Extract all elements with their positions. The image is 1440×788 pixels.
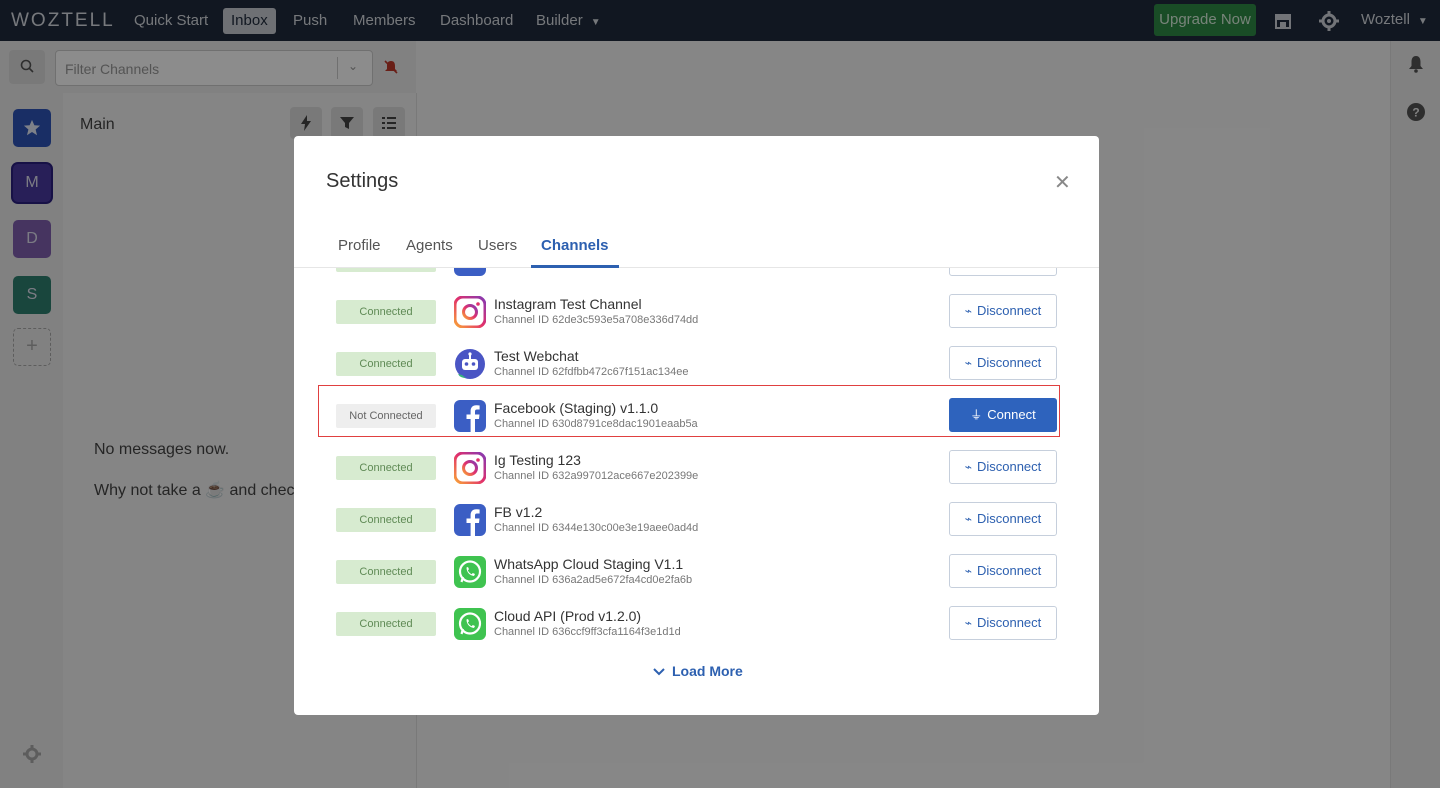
status-badge <box>336 268 436 272</box>
tab-agents[interactable]: Agents <box>406 237 453 265</box>
action-label: Disconnect <box>976 303 1042 318</box>
load-more-label: Load More <box>672 663 743 679</box>
unplug-icon: ⌁ <box>964 616 972 630</box>
modal-title: Settings <box>326 170 399 192</box>
highlight-box <box>318 385 1060 437</box>
channel-name: Test Webchat <box>494 348 579 364</box>
channel-name: WhatsApp Cloud Staging V1.1 <box>494 556 684 572</box>
unplug-icon: ⌁ <box>964 564 972 578</box>
channel-row: Connected Cloud API (Prod v1.2.0) Channel … <box>294 597 1099 649</box>
status-badge: Connected <box>336 508 436 532</box>
channel-id: Channel ID 632a997012ace667e202399e <box>494 470 699 482</box>
whatsapp-icon <box>454 556 486 588</box>
action-label: Disconnect <box>976 459 1042 474</box>
channel-list: Connected Instagram Test Channel Channel I… <box>294 268 1099 715</box>
disconnect-button[interactable]: ⌁ Disconnect <box>949 502 1057 536</box>
channel-row: Connected FB v1.2 Channel ID 6344e130c00e3… <box>294 493 1099 545</box>
whatsapp-icon <box>454 608 486 640</box>
channel-id: Channel ID 636ccf9ff3cfa1164f3e1d1d <box>494 626 681 638</box>
channel-id: Channel ID 62de3c593e5a708e336d74dd <box>494 314 699 326</box>
action-label: Disconnect <box>976 563 1042 578</box>
disconnect-button[interactable]: ⌁ Disconnect <box>949 554 1057 588</box>
tab-channels[interactable]: Channels <box>531 237 619 268</box>
status-badge: Connected <box>336 352 436 376</box>
action-label: Disconnect <box>976 511 1042 526</box>
facebook-icon <box>454 268 486 276</box>
list-item <box>294 268 1099 285</box>
webchat-bot-icon <box>454 348 486 380</box>
status-badge: Connected <box>336 612 436 636</box>
status-badge: Connected <box>336 456 436 480</box>
unplug-icon: ⌁ <box>964 512 972 526</box>
instagram-icon <box>453 295 487 329</box>
action-label: Disconnect <box>976 615 1042 630</box>
channel-name: Cloud API (Prod v1.2.0) <box>494 608 642 624</box>
channel-row: Connected Ig Testing 123 Channel ID 632a99… <box>294 441 1099 493</box>
disconnect-button[interactable]: ⌁ Disconnect <box>949 450 1057 484</box>
channel-id: Channel ID 636a2ad5e672fa4cd0e2fa6b <box>494 574 693 586</box>
status-badge: Connected <box>336 300 436 324</box>
channel-row: Connected Test Webchat Channel ID 62fdfbb4… <box>294 337 1099 389</box>
chevron-down-icon <box>653 668 665 676</box>
instagram-icon <box>453 451 487 485</box>
close-icon[interactable]: ✕ <box>1054 170 1071 195</box>
disconnect-button[interactable] <box>949 268 1057 276</box>
channel-name: Ig Testing 123 <box>494 452 581 468</box>
disconnect-button[interactable]: ⌁ Disconnect <box>949 346 1057 380</box>
tab-users[interactable]: Users <box>478 237 517 265</box>
unplug-icon: ⌁ <box>964 460 972 474</box>
channel-name: Instagram Test Channel <box>494 296 642 312</box>
settings-tabs: Profile Agents Users Channels <box>294 234 1099 268</box>
settings-modal: Settings ✕ Profile Agents Users Channels… <box>294 136 1099 715</box>
status-badge: Connected <box>336 560 436 584</box>
load-more-button[interactable]: Load More <box>652 663 743 679</box>
channel-id: Channel ID 62fdfbb472c67f151ac134ee <box>494 366 689 378</box>
unplug-icon: ⌁ <box>964 356 972 370</box>
disconnect-button[interactable]: ⌁ Disconnect <box>949 606 1057 640</box>
disconnect-button[interactable]: ⌁ Disconnect <box>949 294 1057 328</box>
action-label: Disconnect <box>976 355 1042 370</box>
channel-name: FB v1.2 <box>494 504 543 520</box>
channel-id: Channel ID 6344e130c00e3e19aee0ad4d <box>494 522 699 534</box>
tab-profile[interactable]: Profile <box>338 237 381 265</box>
facebook-icon <box>454 504 486 536</box>
unplug-icon: ⌁ <box>964 304 972 318</box>
channel-row: Connected Instagram Test Channel Channel I… <box>294 285 1099 337</box>
channel-row: Connected WhatsApp Cloud Staging V1.1 Chan… <box>294 545 1099 597</box>
